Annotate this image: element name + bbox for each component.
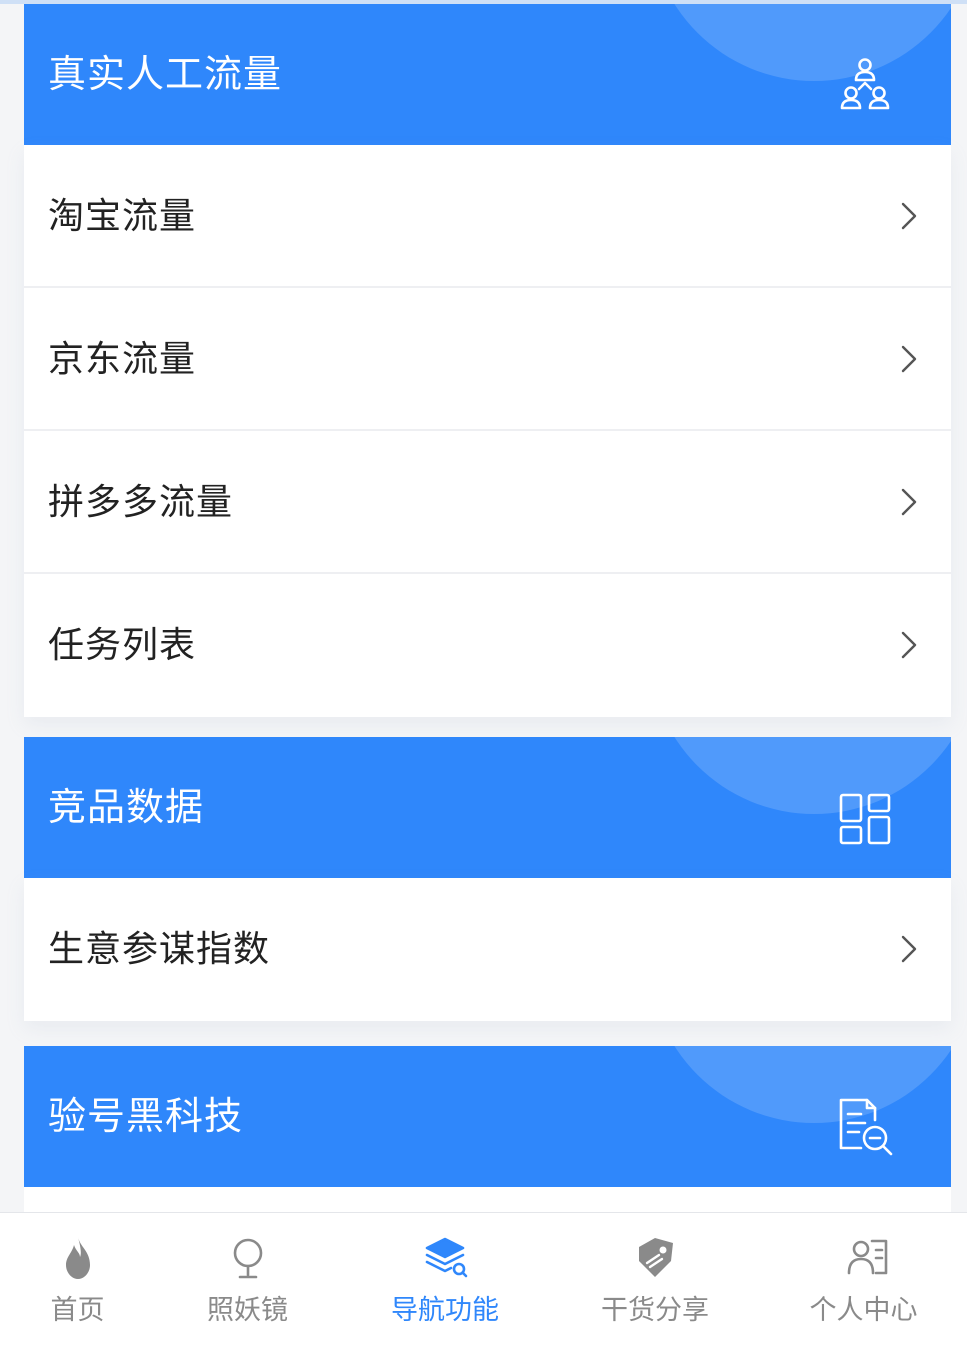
list-item-taobao-traffic[interactable]: 淘宝流量	[24, 145, 951, 288]
tab-mirror[interactable]: 照妖镜	[155, 1213, 340, 1356]
flame-icon	[54, 1233, 102, 1281]
bottom-tab-bar: 首页 照妖镜 导航功能 干货分享 个人中心	[0, 1212, 967, 1356]
tab-label: 照妖镜	[207, 1295, 288, 1326]
list-item-label: 拼多多流量	[48, 482, 234, 523]
section-list-real-traffic: 淘宝流量 京东流量 拼多多流量 任务列表	[24, 145, 951, 717]
section-list-competitor-data: 生意参谋指数	[24, 878, 951, 1021]
section-title: 验号黑科技	[48, 1094, 244, 1138]
list-item-pdd-traffic[interactable]: 拼多多流量	[24, 431, 951, 574]
list-item-label: 京东流量	[48, 339, 197, 380]
tag-icon	[631, 1233, 679, 1281]
users-group-icon	[835, 56, 895, 116]
list-item-business-index[interactable]: 生意参谋指数	[24, 878, 951, 1021]
mirror-icon	[224, 1233, 272, 1281]
header-decoration	[649, 4, 951, 81]
section-header-real-traffic: 真实人工流量	[24, 4, 951, 145]
list-item-label: 任务列表	[48, 625, 197, 666]
grid-icon	[835, 789, 895, 849]
section-header-competitor-data: 竞品数据	[24, 737, 951, 878]
list-item-task-list[interactable]: 任务列表	[24, 574, 951, 717]
user-card-icon	[844, 1233, 892, 1281]
tab-navigation[interactable]: 导航功能	[340, 1213, 550, 1356]
layers-icon	[421, 1233, 469, 1281]
tab-label: 个人中心	[809, 1295, 918, 1326]
document-search-icon	[835, 1098, 895, 1158]
chevron-right-icon	[901, 631, 917, 659]
list-item-label: 生意参谋指数	[48, 929, 271, 970]
list-item-label: 淘宝流量	[48, 196, 197, 237]
tab-profile[interactable]: 个人中心	[760, 1213, 967, 1356]
chevron-right-icon	[901, 488, 917, 516]
tab-label: 干货分享	[601, 1295, 709, 1326]
chevron-right-icon	[901, 345, 917, 373]
header-decoration	[649, 737, 951, 814]
chevron-right-icon	[901, 202, 917, 230]
section-title: 竞品数据	[48, 785, 205, 829]
header-decoration	[649, 1046, 951, 1123]
tab-home[interactable]: 首页	[0, 1213, 155, 1356]
chevron-right-icon	[901, 935, 917, 963]
tab-label: 导航功能	[391, 1295, 499, 1326]
section-title: 真实人工流量	[48, 52, 283, 96]
tab-tips-share[interactable]: 干货分享	[550, 1213, 760, 1356]
tab-label: 首页	[50, 1295, 105, 1326]
list-item-jd-traffic[interactable]: 京东流量	[24, 288, 951, 431]
section-header-account-check: 验号黑科技	[24, 1046, 951, 1187]
